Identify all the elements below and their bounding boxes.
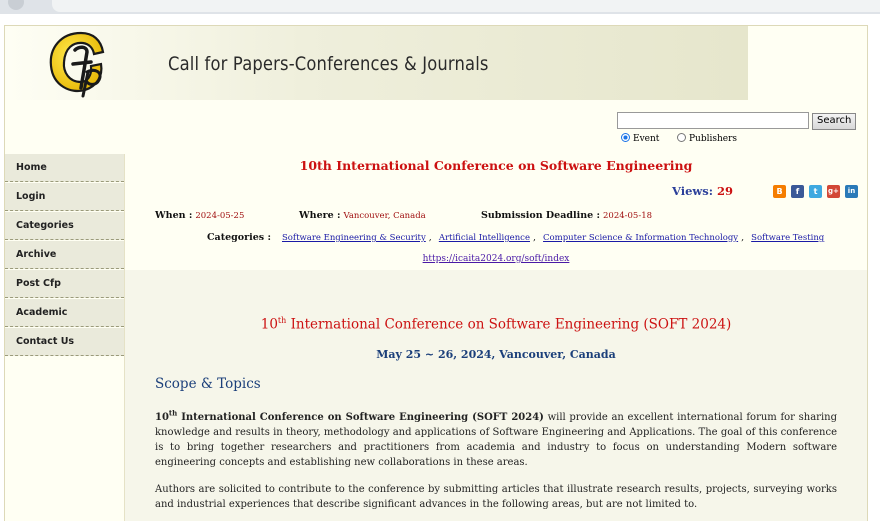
radio-event-button[interactable] (621, 133, 630, 142)
sidebar-item-contact-us[interactable]: Contact Us (5, 328, 124, 356)
radio-publishers-button[interactable] (677, 133, 686, 142)
event-url-link[interactable]: https://icaita2024.org/soft/index (423, 254, 570, 264)
radio-event[interactable]: Event (621, 133, 659, 144)
banner-title: Call for Papers-Conferences & Journals (168, 53, 489, 75)
categories-row: Categories : Software Engineering & Secu… (207, 232, 825, 243)
radio-event-label: Event (633, 134, 660, 144)
event-details-panel: 10th International Conference on Softwar… (125, 270, 867, 521)
sidebar-item-categories[interactable]: Categories (5, 212, 124, 240)
browser-chrome (0, 0, 880, 14)
where-field: Where : Vancouver, Canada (299, 210, 426, 221)
views-counter: Views: 29 (672, 184, 733, 198)
when-value: 2024-05-25 (195, 211, 245, 221)
views-count: 29 (717, 184, 734, 198)
main-content: 10th International Conference on Softwar… (125, 154, 867, 521)
category-link[interactable]: Software Testing (751, 233, 824, 243)
category-link[interactable]: Computer Science & Information Technolog… (543, 233, 738, 243)
details-dates: May 25 ~ 26, 2024, Vancouver, Canada (376, 348, 616, 361)
search-input[interactable] (617, 112, 809, 129)
categories-label: Categories : (207, 232, 271, 243)
when-field: When :2024-05-25 (155, 210, 244, 221)
when-label: When : (155, 210, 193, 221)
views-label: Views: (672, 184, 714, 198)
address-bar[interactable] (52, 0, 880, 12)
authors-paragraph: Authors are solicited to contribute to t… (155, 484, 837, 510)
radio-publishers[interactable]: Publishers (677, 133, 737, 144)
linkedin-icon[interactable]: in (845, 185, 858, 198)
sidebar: Home Login Categories Archive Post Cfp A… (5, 154, 125, 521)
intro-paragraph: 10th International Conference on Softwar… (155, 408, 837, 468)
search-button[interactable]: Search (812, 113, 857, 130)
radio-publishers-label: Publishers (689, 134, 738, 144)
google-plus-icon[interactable]: g+ (827, 185, 840, 198)
where-value: Vancouver, Canada (343, 211, 426, 221)
back-icon[interactable] (8, 0, 24, 10)
scope-title: Scope & Topics (155, 376, 261, 392)
sidebar-item-post-cfp[interactable]: Post Cfp (5, 270, 124, 298)
deadline-field: Submission Deadline :2024-05-18 (481, 210, 652, 221)
category-link[interactable]: Software Engineering & Security (282, 233, 426, 243)
page-frame: Call for Papers-Conferences & Journals S… (4, 25, 868, 521)
event-title: 10th International Conference on Softwar… (299, 158, 693, 173)
sidebar-item-login[interactable]: Login (5, 183, 124, 211)
details-heading: 10th International Conference on Softwar… (260, 316, 732, 333)
cfp-logo-icon (49, 31, 105, 98)
sidebar-item-academic-resources[interactable]: Academic Resources (5, 299, 124, 345)
sidebar-item-archive[interactable]: Archive (5, 241, 124, 269)
category-link[interactable]: Artificial Intelligence (439, 233, 530, 243)
site-banner: Call for Papers-Conferences & Journals (5, 26, 748, 100)
blogger-icon[interactable]: B (773, 185, 786, 198)
sidebar-item-home[interactable]: Home (5, 154, 124, 182)
event-url-row: https://icaita2024.org/soft/index (125, 254, 867, 264)
deadline-value: 2024-05-18 (603, 211, 653, 221)
deadline-label: Submission Deadline : (481, 210, 600, 221)
where-label: Where : (299, 210, 341, 221)
facebook-icon[interactable]: f (791, 185, 804, 198)
twitter-icon[interactable]: t (809, 185, 822, 198)
